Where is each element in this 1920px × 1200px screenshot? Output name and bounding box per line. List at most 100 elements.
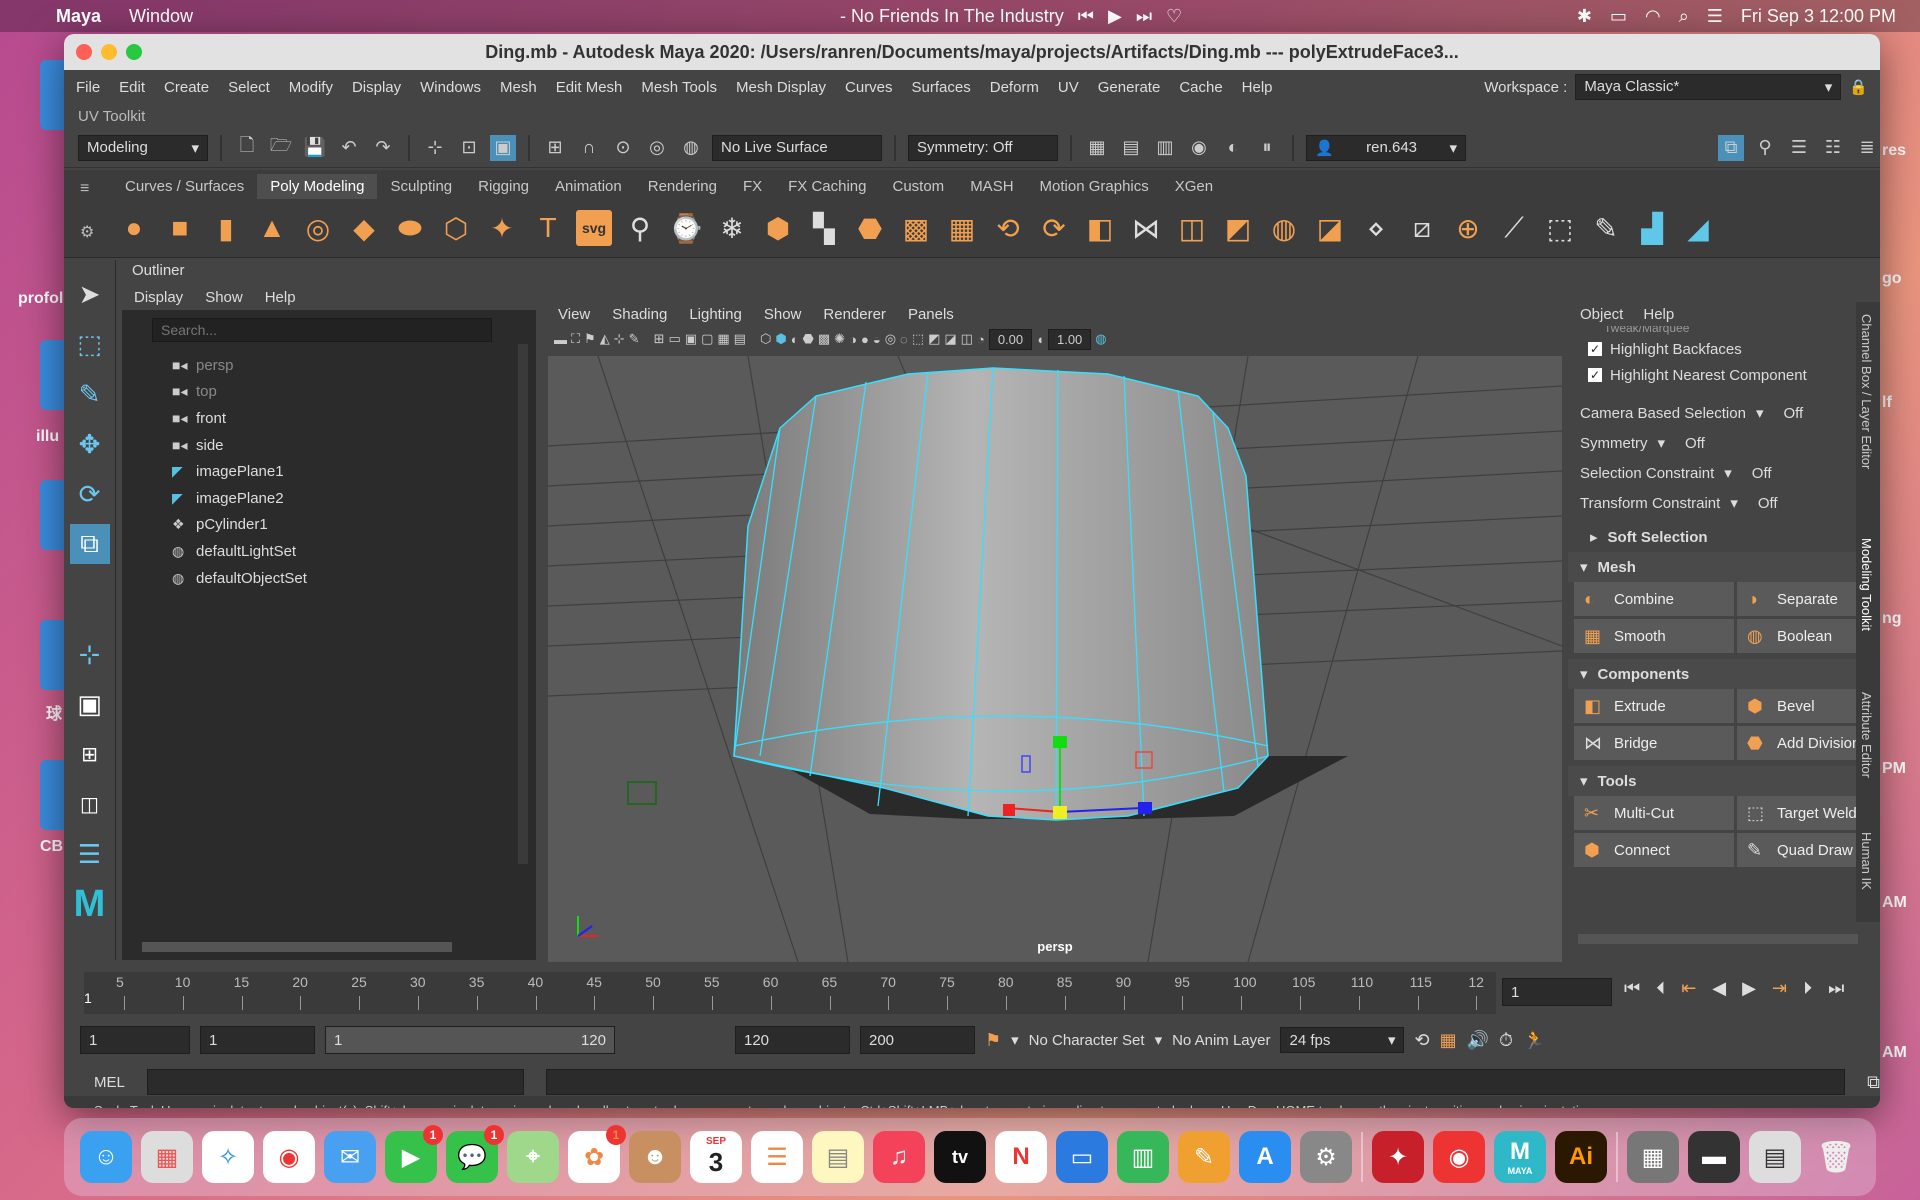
grease-pencil-icon[interactable]: ✎ [629,331,640,347]
combine-button[interactable]: ◐ Combine [1574,582,1734,616]
exposure-icon[interactable]: ◔ [977,332,985,347]
photos-icon[interactable]: ✿ 1 [568,1125,626,1183]
smooth-shade-icon[interactable]: ⬢ [775,331,786,347]
recent-document-icon[interactable]: ▤ [1749,1131,1801,1183]
camera-attributes-icon[interactable]: ⛶ [571,331,580,347]
paint-select-tool-icon[interactable]: ✎ [70,374,110,414]
render-current-icon[interactable]: ▤ [1118,135,1144,161]
outliner-item-defaultobjectset[interactable]: ◍ defaultObjectSet [122,565,522,592]
poly-sphere-icon[interactable]: ● [116,210,152,246]
previous-track-icon[interactable]: ⏮ [1078,6,1094,27]
tab-attribute-editor[interactable]: Attribute Editor [1859,692,1874,778]
app-menu[interactable]: Maya [56,6,101,27]
poly-torus-icon[interactable]: ◎ [300,210,336,246]
menu-create[interactable]: Create [164,79,209,96]
undo-icon[interactable]: ↶ [336,135,362,161]
boolean-union-icon[interactable]: ▦ [944,210,980,246]
shelf-tab-motion-graphics[interactable]: Motion Graphics [1027,174,1162,199]
select-object-icon[interactable]: ⊡ [456,135,482,161]
outliner-item-defaultlightset[interactable]: ◍ defaultLightSet [122,538,522,565]
now-playing[interactable]: - No Friends In The Industry ⏮ ▶ ⏭ ♡ [840,6,1182,27]
uv-toolkit-tab[interactable]: UV Toolkit [64,104,1880,128]
bridge-button[interactable]: ⋈ Bridge [1574,726,1734,760]
field-chart-icon[interactable]: ▦ [717,331,729,347]
select-component-icon[interactable]: ▣ [490,134,516,161]
wireframe-icon[interactable]: ⬡ [760,331,771,347]
control-center-icon[interactable]: ☰ [1707,6,1723,27]
single-perspective-layout-icon[interactable]: ▣ [70,684,110,724]
menu-generate[interactable]: Generate [1098,79,1161,96]
play-backwards-icon[interactable]: ◀ [1712,978,1726,999]
live-surface-dropdown[interactable]: No Live Surface [712,134,882,161]
shelf-tab-xgen[interactable]: XGen [1162,174,1226,199]
uv-editor-icon[interactable]: ⌚ [668,210,704,246]
rotate-tool-icon[interactable]: ⟳ [70,474,110,514]
facetime-icon[interactable]: ▶ 1 [385,1125,443,1183]
tools-section[interactable]: ▾ Tools [1568,766,1880,796]
step-back-icon[interactable]: ⏴ [1656,978,1665,999]
system-preferences-icon[interactable]: ⚙ [1300,1131,1352,1183]
mirror-cut-icon[interactable]: ⟳ [1036,210,1072,246]
tab-human-ik[interactable]: Human IK [1859,832,1874,890]
open-scene-icon[interactable]: 🗁 [268,135,294,161]
render-view-icon[interactable]: ▦ [1084,135,1110,161]
multi-cut-button[interactable]: ✂ Multi-Cut [1574,796,1734,830]
character-set-label[interactable]: No Character Set [1029,1032,1145,1049]
image-plane-toggle-icon[interactable]: ◭ [600,331,610,347]
use-all-lights-icon[interactable]: ✺ [834,331,845,347]
toolkit-menu-object[interactable]: Object [1580,306,1623,323]
menu-modify[interactable]: Modify [289,79,333,96]
save-scene-icon[interactable]: 💾 [302,135,328,161]
maya-dock-icon[interactable]: M MAYA [1494,1131,1546,1183]
outliner-item-persp[interactable]: ■◂ persp [122,352,522,379]
wireframe-on-shaded-icon[interactable]: ⬣ [803,331,814,347]
perspective-viewport[interactable]: persp [548,356,1562,962]
checkbox-checked-icon[interactable]: ✓ [1588,342,1602,356]
outliner-menu-show[interactable]: Show [205,289,243,306]
maps-icon[interactable]: ⌖ [507,1131,559,1183]
uv-snapshot-icon[interactable]: ◢ [1680,210,1716,246]
fill-hole-icon[interactable]: ◍ [1266,210,1302,246]
mash-icon[interactable]: ⚲ [622,210,658,246]
merge-icon[interactable]: ⋄ [1358,210,1394,246]
go-to-end-icon[interactable]: ⏭ [1828,978,1844,999]
svg-icon[interactable]: svg [576,210,612,246]
select-tool-icon[interactable]: ➤ [70,274,110,314]
uv-layout-icon[interactable]: ▟ [1634,210,1670,246]
soft-selection-section[interactable]: ▸ Soft Selection [1568,522,1880,552]
components-section[interactable]: ▾ Components [1568,659,1880,689]
outliner-search-input[interactable] [152,318,492,342]
four-view-layout-icon[interactable]: ⊞ [70,734,110,774]
playback-start-field[interactable]: 1 [200,1026,315,1054]
playback-end-field[interactable]: 120 [735,1026,850,1054]
scene-canvas[interactable] [548,356,1562,962]
recent-document-icon[interactable]: ▦ [1627,1131,1679,1183]
xray-components-icon[interactable]: ◫ [961,331,973,347]
multisample-aa-icon[interactable]: ◎ [885,331,896,347]
chrome-icon[interactable]: ◉ [263,1131,315,1183]
super-shape-icon[interactable]: ✦ [484,210,520,246]
step-forward-icon[interactable]: ⏵ [1803,978,1812,999]
extrude-shelf-icon[interactable]: ◧ [1082,210,1118,246]
time-ruler[interactable]: 1 5 10 15 20 25 30 35 40 45 50 55 60 65 70 75 80 85 90 95 1… [84,972,1496,1014]
recent-document-icon[interactable]: ▬ [1688,1131,1740,1183]
battery-icon[interactable]: ▭ [1610,6,1627,27]
make-hole-icon[interactable]: ◪ [1312,210,1348,246]
append-polygon-icon[interactable]: ◩ [1220,210,1256,246]
user-account-dropdown[interactable]: 👤 ren.643 ▾ [1306,134,1466,161]
separate-shelf-icon[interactable]: ▚ [806,210,842,246]
motion-blur-icon[interactable]: ◒ [873,332,881,347]
outliner-item-imageplane2[interactable]: ◤ imagePlane2 [122,485,522,512]
outliner-item-front[interactable]: ■◂ front [122,405,522,432]
outliner-menu-display[interactable]: Display [134,289,183,306]
shelf-menu-icon[interactable]: ≡ [80,180,89,198]
poly-type-icon[interactable]: T [530,210,566,246]
grid-toggle-icon[interactable]: ⊞ [654,331,665,347]
animation-prefs-icon[interactable]: ⏱ [1499,1030,1513,1051]
viewport-menu-lighting[interactable]: Lighting [689,306,742,323]
outliner-horizontal-scrollbar[interactable] [142,942,452,952]
menu-surfaces[interactable]: Surfaces [912,79,971,96]
pause-render-icon[interactable]: ⏸ [1254,135,1280,161]
checkbox-checked-icon[interactable]: ✓ [1588,368,1602,382]
shadows-icon[interactable]: ◑ [849,332,857,347]
